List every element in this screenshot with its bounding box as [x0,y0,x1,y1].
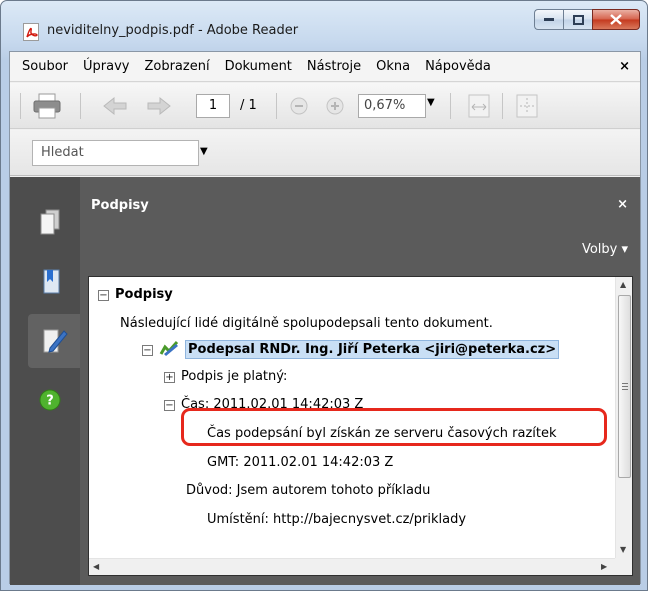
scroll-right-arrow[interactable]: ▶ [601,562,607,571]
app-window: neviditelny_podpis.pdf - Adobe Reader So… [0,0,648,591]
location-label: Umístění: http://bajecnysvet.cz/priklady [207,512,467,527]
title-bar[interactable]: neviditelny_podpis.pdf - Adobe Reader [1,1,647,51]
menu-okna[interactable]: Okna [376,59,410,74]
search-input[interactable]: Hledat [32,140,199,166]
tree-node-signer[interactable]: − Podepsal RNDr. Ing. Jiří Peterka <jiri… [142,340,560,360]
signatures-button[interactable] [28,314,82,368]
scroll-up-arrow[interactable]: ▲ [620,280,626,289]
search-dropdown-arrow[interactable]: ▼ [200,146,208,157]
tree-root-label: Podpisy [115,287,173,302]
menu-upravy[interactable]: Úpravy [83,59,129,74]
toolbar-grip [20,93,21,119]
previous-page-icon[interactable] [102,96,128,120]
toolbar-separator [276,93,277,119]
toolbar-separator [80,93,81,119]
gmt-label: GMT: 2011.02.01 14:42:03 Z [207,455,394,470]
client-area: Soubor Úpravy Zobrazení Dokument Nástroj… [9,51,641,585]
navigation-rail: ? [10,177,82,585]
signatures-panel: Podpisy × Volby ▾ − Podpisy Následující l… [80,177,640,585]
zoom-in-icon[interactable] [326,97,344,119]
panel-title: Podpisy [91,198,149,213]
pages-button[interactable] [28,195,72,249]
collapse-icon[interactable]: − [98,290,109,301]
bookmarks-icon [43,269,60,294]
close-icon [610,14,622,25]
signatures-tree: − Podpisy Následující lidé digitálně spol… [88,276,633,576]
toolbar-separator [502,93,503,119]
collapse-icon[interactable]: − [164,400,175,411]
signer-label: Podepsal RNDr. Ing. Jiří Peterka <jiri@p… [185,340,560,359]
tree-node-validity[interactable]: + Podpis je platný: [164,369,287,384]
zoom-dropdown-arrow[interactable]: ▼ [427,97,435,108]
navigation-area: ? Podpisy × Volby ▾ − Podpisy Následující… [10,177,640,585]
toolbar: 1 / 1 0,67% ▼ [10,83,640,129]
pdf-file-icon [23,23,39,41]
validity-label: Podpis je platný: [181,369,288,384]
bookmarks-button[interactable] [28,255,72,309]
maximize-icon [572,14,584,25]
expand-icon[interactable]: + [164,372,175,383]
page-total: / 1 [240,98,257,113]
help-button[interactable]: ? [28,373,72,427]
signatures-pen-icon [43,329,68,353]
window-controls [534,9,640,30]
tree-node-root[interactable]: − Podpisy [98,287,173,302]
vertical-scroll-thumb[interactable] [618,295,631,478]
scroll-grip-icon [622,383,628,390]
minimize-icon [544,17,554,21]
options-menu-button[interactable]: Volby ▾ [582,242,628,257]
toolbar-separator [450,93,451,119]
fit-width-icon[interactable] [468,94,490,122]
document-close-button[interactable]: × [619,59,630,74]
next-page-icon[interactable] [146,96,172,120]
scroll-corner [615,558,632,575]
menu-zobrazeni[interactable]: Zobrazení [144,59,209,74]
maximize-button[interactable] [563,9,592,30]
vertical-scrollbar[interactable]: ▲ ▼ [615,277,632,559]
zoom-input[interactable]: 0,67% [358,94,426,118]
collapse-icon[interactable]: − [142,345,153,356]
window-title: neviditelny_podpis.pdf - Adobe Reader [47,23,299,38]
help-icon: ? [39,389,61,411]
pages-icon [40,209,60,235]
svg-text:?: ? [46,394,54,409]
menu-napoveda[interactable]: Nápověda [425,59,491,74]
menu-soubor[interactable]: Soubor [22,59,68,74]
close-button[interactable] [592,9,640,30]
signature-valid-icon [159,340,179,360]
page-number-input[interactable]: 1 [196,94,230,118]
menu-bar: Soubor Úpravy Zobrazení Dokument Nástroj… [10,52,640,82]
menu-nastroje[interactable]: Nástroje [307,59,361,74]
scroll-down-arrow[interactable]: ▼ [620,545,626,554]
tree-content: − Podpisy Následující lidé digitálně spol… [89,277,617,559]
highlight-annotation [181,408,607,446]
printer-icon[interactable] [32,93,62,123]
horizontal-scrollbar[interactable]: ◀ ▶ [89,558,617,575]
menu-dokument[interactable]: Dokument [225,59,292,74]
fit-page-icon[interactable] [516,94,538,122]
reason-label: Důvod: Jsem autorem tohoto příkladu [186,483,431,498]
tree-intro-text: Následující lidé digitálně spolupodepsal… [120,316,493,331]
panel-close-button[interactable]: × [617,197,628,212]
zoom-out-icon[interactable] [290,97,308,119]
scroll-left-arrow[interactable]: ◀ [93,562,99,571]
minimize-button[interactable] [534,9,563,30]
find-bar: Hledat ▼ [10,130,640,176]
